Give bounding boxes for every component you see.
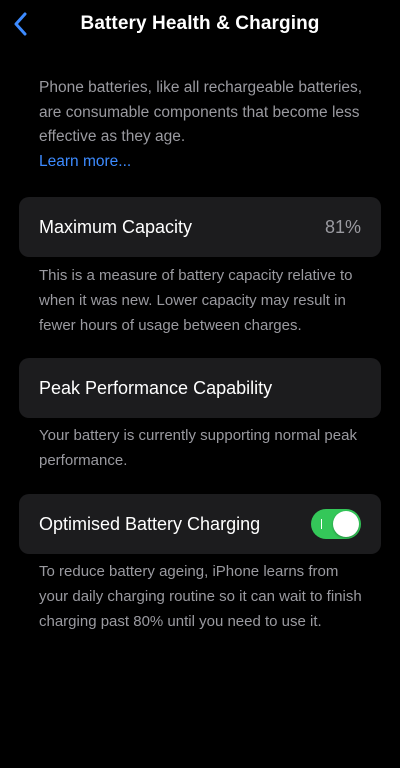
optimised-charging-footnote: To reduce battery ageing, iPhone learns … [39,563,362,630]
optimised-charging-label: Optimised Battery Charging [39,513,261,534]
navigation-bar: Battery Health & Charging [0,0,400,50]
peak-performance-footnote: Your battery is currently supporting nor… [39,427,357,469]
optimised-charging-toggle[interactable] [311,509,361,539]
toggle-on-mark [321,519,322,529]
toggle-knob [333,511,359,537]
intro-text: Phone batteries, like all rechargeable b… [39,79,363,145]
maximum-capacity-row: Maximum Capacity 81% [19,197,381,257]
maximum-capacity-footnote: This is a measure of battery capacity re… [39,267,353,334]
peak-performance-label: Peak Performance Capability [39,377,273,398]
page-title: Battery Health & Charging [80,13,320,34]
maximum-capacity-label: Maximum Capacity [39,216,193,237]
intro-description: Phone batteries, like all rechargeable b… [39,76,369,174]
peak-performance-row: Peak Performance Capability [19,358,381,418]
maximum-capacity-value: 81% [324,216,361,237]
learn-more-link[interactable]: Learn more... [39,150,369,175]
optimised-charging-row: Optimised Battery Charging [19,494,381,554]
